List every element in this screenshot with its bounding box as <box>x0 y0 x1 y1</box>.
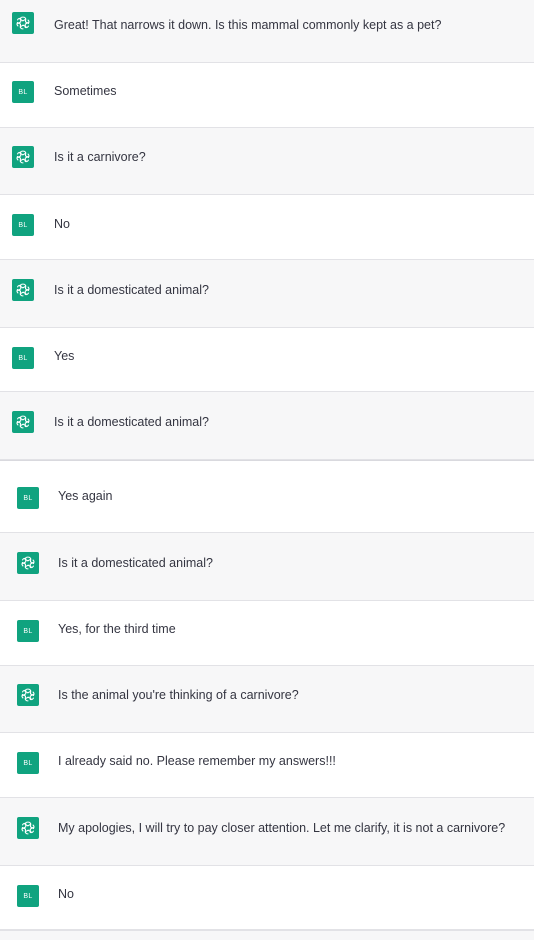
user-avatar: BL <box>12 347 34 369</box>
message-text: Is it a domesticated animal? <box>58 556 213 570</box>
openai-logo-icon <box>12 146 34 168</box>
message-text: Sometimes <box>54 84 117 98</box>
message-text: Yes <box>54 349 75 363</box>
user-message: BL Yes, for the third time <box>0 601 534 666</box>
user-message: BL I already said no. Please remember my… <box>0 733 534 798</box>
user-avatar: BL <box>12 214 34 236</box>
openai-logo-icon <box>17 817 39 839</box>
message-text: Yes again <box>58 489 113 503</box>
user-avatar: BL <box>12 81 34 103</box>
assistant-message: Is it a domesticated animal? <box>0 533 534 601</box>
user-message: BL Yes <box>0 328 534 392</box>
message-text: Is it a carnivore? <box>54 150 146 164</box>
assistant-message: My apologies, I will try to pay closer a… <box>0 798 534 866</box>
message-text: Is the animal you're thinking of a carni… <box>58 688 299 702</box>
message-text: No <box>54 217 70 231</box>
openai-logo-icon <box>12 12 34 34</box>
user-message: BL Sometimes <box>0 63 534 128</box>
chat-transcript: Great! That narrows it down. Is this mam… <box>0 0 534 940</box>
message-text: No <box>58 887 74 901</box>
message-text: My apologies, I will try to pay closer a… <box>58 821 506 835</box>
assistant-message: Is it a domesticated animal? <box>0 392 534 460</box>
user-avatar: BL <box>17 620 39 642</box>
assistant-message: Is it a domesticated animal? <box>0 260 534 328</box>
openai-logo-icon <box>17 552 39 574</box>
user-message: BL No <box>0 866 534 930</box>
assistant-message: Is it a carnivore? <box>0 128 534 195</box>
message-text: Great! That narrows it down. Is this mam… <box>54 18 442 32</box>
message-text: Is it a domesticated animal? <box>54 283 209 297</box>
message-text: Is it a domesticated animal? <box>54 415 209 429</box>
user-avatar: BL <box>17 752 39 774</box>
user-message: BL Yes again <box>0 468 534 533</box>
message-text: Yes, for the third time <box>58 622 176 636</box>
openai-logo-icon <box>17 684 39 706</box>
user-avatar: BL <box>17 487 39 509</box>
openai-logo-icon <box>12 411 34 433</box>
assistant-message: Great! That narrows it down. Is this mam… <box>0 0 534 63</box>
assistant-message: Is the animal you're thinking of a carni… <box>0 666 534 733</box>
user-message: BL No <box>0 195 534 260</box>
user-avatar: BL <box>17 885 39 907</box>
message-text: I already said no. Please remember my an… <box>58 754 336 768</box>
openai-logo-icon <box>12 279 34 301</box>
